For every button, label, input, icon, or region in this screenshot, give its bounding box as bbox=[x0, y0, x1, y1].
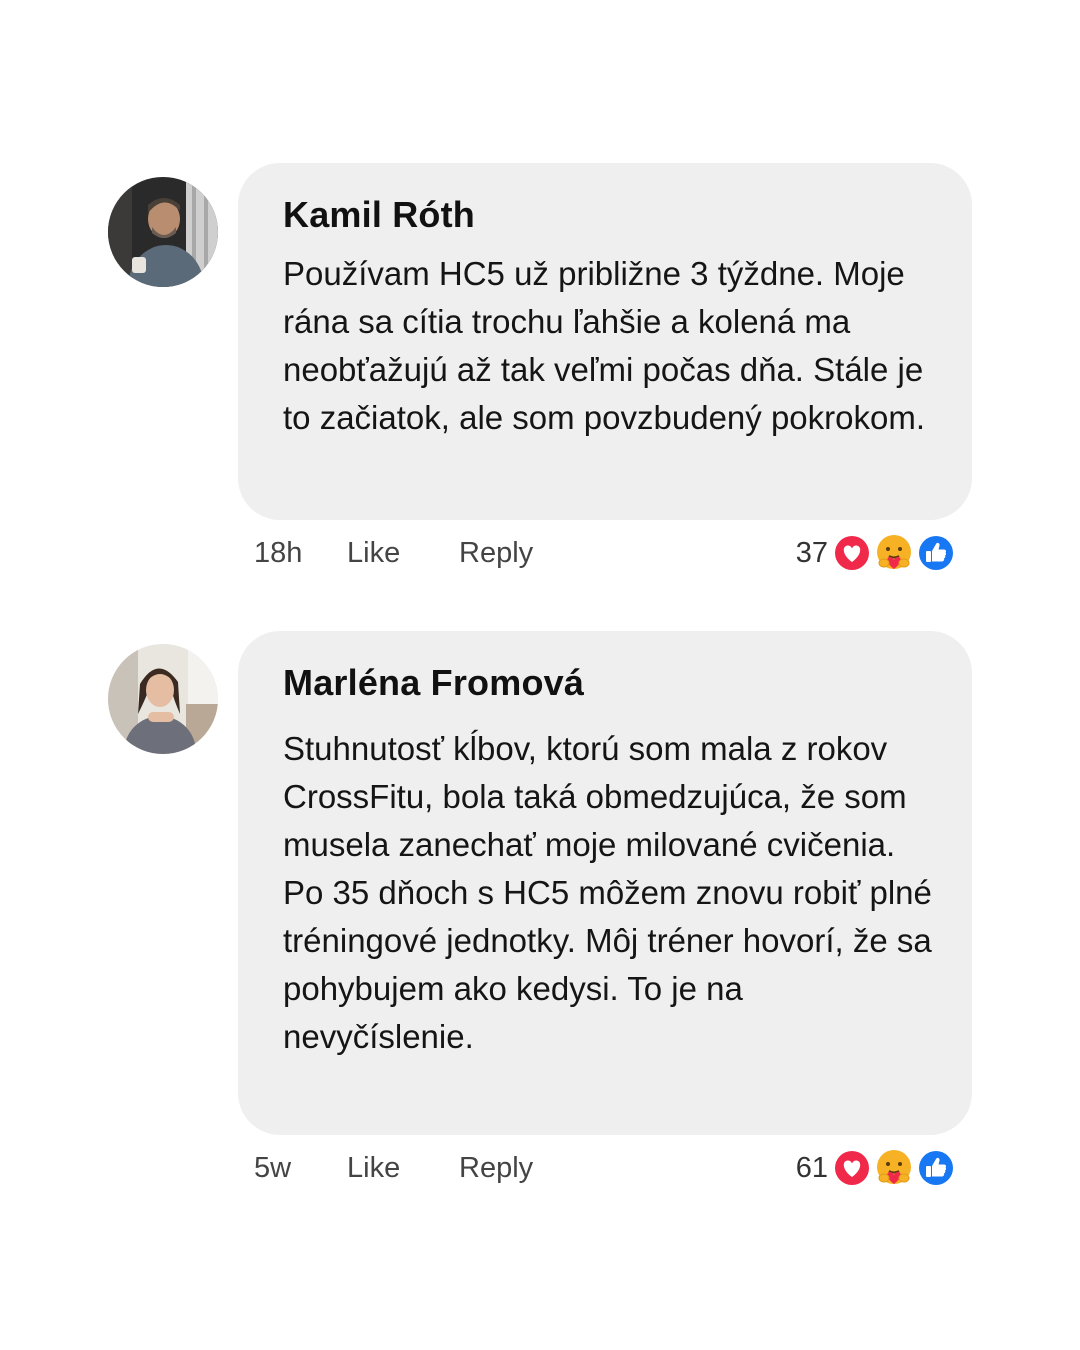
like-button[interactable]: Like bbox=[347, 1148, 400, 1188]
reaction-count: 37 bbox=[795, 537, 828, 569]
like-button[interactable]: Like bbox=[347, 533, 400, 573]
user-photo bbox=[108, 644, 218, 754]
reaction-summary[interactable]: 37 bbox=[796, 533, 956, 573]
heart-icon bbox=[832, 533, 872, 573]
care-icon bbox=[874, 1148, 914, 1188]
comment-text: Stuhnutosť kĺbov, ktorú som mala z rokov… bbox=[283, 730, 932, 1055]
user-photo bbox=[108, 177, 218, 287]
comment-actions: 18h Like Reply 37 bbox=[254, 533, 974, 573]
thumbs-up-icon bbox=[916, 533, 956, 573]
care-icon bbox=[874, 533, 914, 573]
reaction-summary[interactable]: 61 bbox=[796, 1148, 956, 1188]
author-name[interactable]: Marléna Fromová bbox=[283, 663, 932, 703]
comment-text: Používam HC5 už približne 3 týždne. Moje… bbox=[283, 255, 926, 436]
author-name[interactable]: Kamil Róth bbox=[283, 195, 932, 235]
timestamp[interactable]: 18h bbox=[254, 533, 302, 573]
comment-actions: 5w Like Reply 61 bbox=[254, 1148, 974, 1188]
avatar[interactable] bbox=[108, 177, 218, 287]
thumbs-up-icon bbox=[916, 1148, 956, 1188]
reply-button[interactable]: Reply bbox=[459, 1148, 533, 1188]
comment-bubble: Kamil Róth Používam HC5 už približne 3 t… bbox=[238, 163, 972, 520]
comment-bubble: Marléna Fromová Stuhnutosť kĺbov, ktorú … bbox=[238, 631, 972, 1135]
timestamp[interactable]: 5w bbox=[254, 1148, 291, 1188]
reaction-count: 61 bbox=[795, 1152, 828, 1184]
heart-icon bbox=[832, 1148, 872, 1188]
reply-button[interactable]: Reply bbox=[459, 533, 533, 573]
avatar[interactable] bbox=[108, 644, 218, 754]
